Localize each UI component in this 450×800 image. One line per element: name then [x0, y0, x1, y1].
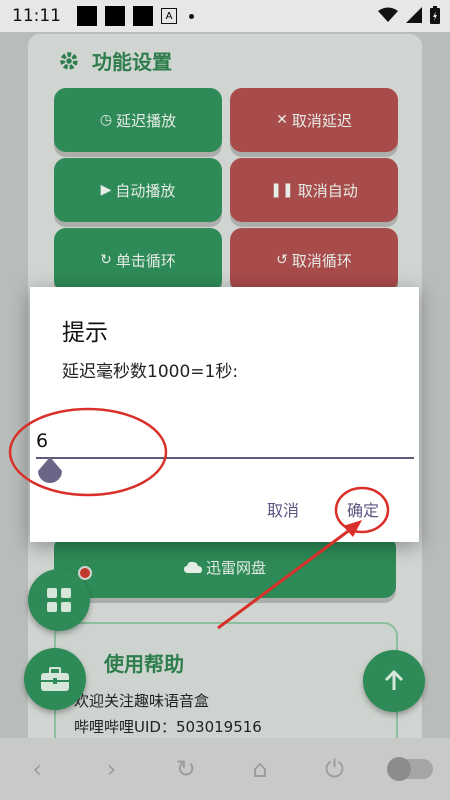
cancel-delay-button[interactable]: ✕ 取消延迟	[230, 88, 398, 152]
home-icon[interactable]: ⌂	[240, 755, 280, 783]
toolbox-fab[interactable]	[24, 648, 86, 710]
help-title: 使用帮助	[104, 652, 184, 676]
toolbox-icon	[41, 667, 69, 691]
cancel-loop-button[interactable]: ↺ 取消循环	[230, 228, 398, 292]
forward-icon[interactable]: ›	[91, 755, 131, 783]
gear-icon	[60, 51, 78, 70]
cloud-icon	[183, 561, 202, 573]
text-cursor-handle[interactable]	[38, 457, 62, 485]
notification-badge	[78, 566, 92, 580]
ok-button[interactable]: 确定	[347, 497, 379, 521]
dialog-message: 延迟毫秒数1000=1秒:	[62, 362, 239, 382]
auto-play-label: 自动播放	[115, 181, 176, 200]
close-icon: ✕	[276, 112, 288, 128]
redo-icon: ↻	[100, 252, 112, 268]
clock: 11:11	[12, 6, 61, 26]
power-icon[interactable]: ⏻	[314, 755, 354, 783]
cancel-auto-button[interactable]: ❚❚ 取消自动	[230, 158, 398, 222]
grid-icon	[47, 588, 71, 612]
single-loop-button[interactable]: ↻ 单击循环	[54, 228, 222, 292]
notification-icon	[77, 6, 97, 26]
status-bar: 11:11 A	[0, 0, 450, 32]
delay-play-button[interactable]: ◷ 延迟播放	[54, 88, 222, 152]
wifi-icon	[378, 7, 398, 22]
clock-icon: ◷	[99, 112, 113, 128]
auto-play-button[interactable]: ▶ 自动播放	[54, 158, 222, 222]
notification-a-icon: A	[161, 8, 177, 24]
arrow-up-icon	[384, 669, 404, 690]
refresh-icon[interactable]: ↻	[166, 755, 206, 783]
signal-icon	[406, 7, 422, 23]
battery-icon	[430, 6, 440, 24]
xunlei-label: 迅雷网盘	[205, 558, 266, 577]
delay-play-label: 延迟播放	[116, 111, 177, 130]
pause-icon: ❚❚	[270, 182, 294, 198]
more-notifications-icon	[189, 13, 194, 19]
xunlei-button[interactable]: 迅雷网盘	[54, 536, 396, 598]
section-title: 功能设置	[92, 50, 172, 74]
dialog-title: 提示	[62, 320, 108, 346]
uid-text: 哔哩哔哩UID：503019516	[74, 718, 262, 736]
notification-icon	[133, 6, 153, 26]
section-header: 功能设置	[58, 46, 172, 75]
play-icon: ▶	[100, 182, 112, 198]
cancel-auto-label: 取消自动	[297, 181, 358, 200]
single-loop-label: 单击循环	[115, 251, 176, 270]
scroll-top-fab[interactable]	[363, 650, 425, 712]
prompt-dialog: 提示 延迟毫秒数1000=1秒: 取消 确定	[30, 287, 419, 542]
night-mode-toggle[interactable]	[386, 757, 433, 781]
cancel-loop-label: 取消循环	[291, 251, 352, 270]
back-icon[interactable]: ‹	[17, 755, 57, 783]
cancel-button[interactable]: 取消	[267, 497, 299, 521]
notification-icon	[105, 6, 125, 26]
undo-icon: ↺	[276, 252, 288, 268]
delay-ms-input[interactable]	[36, 425, 414, 459]
help-text: 欢迎关注趣味语音盒	[74, 692, 210, 710]
browser-nav-bar: ‹ › ↻ ⌂ ⏻	[0, 738, 450, 800]
cancel-delay-label: 取消延迟	[291, 111, 352, 130]
